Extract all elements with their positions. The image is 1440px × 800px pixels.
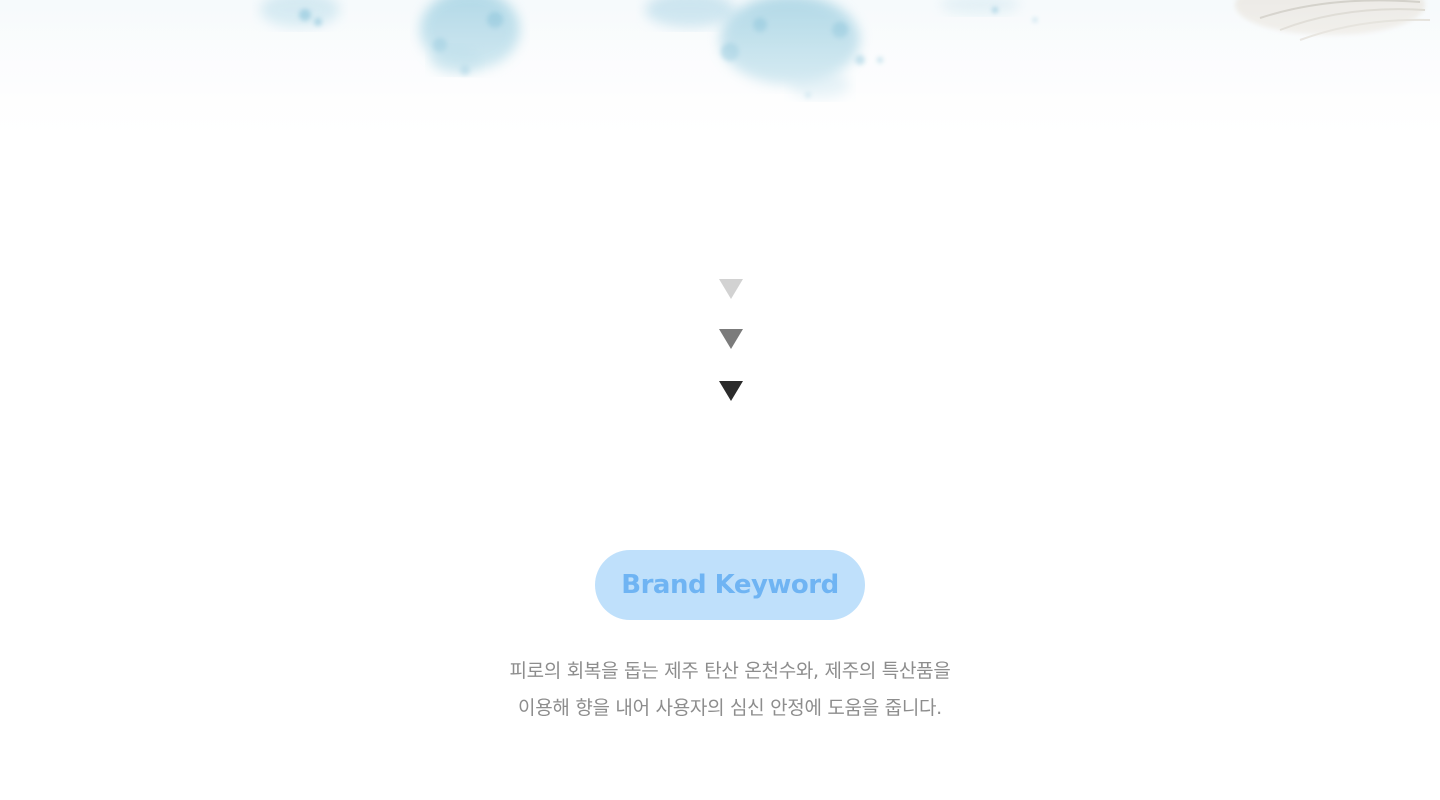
arrow-down-icon	[719, 279, 743, 299]
arrow-down-icon	[719, 381, 743, 401]
description-line-1: 피로의 회복을 돕는 제주 탄산 온천수와, 제주의 특산품을	[509, 660, 951, 682]
page: Brand Keyword 피로의 회복을 돕는 제주 탄산 온천수와, 제주의…	[0, 0, 1440, 800]
arrow-down-icon	[719, 329, 743, 349]
brand-description: 피로의 회복을 돕는 제주 탄산 온천수와, 제주의 특산품을 이용해 향을 내…	[420, 653, 1040, 727]
watercolor-splash-graphic	[0, 0, 1440, 150]
brand-keyword-badge: Brand Keyword	[595, 550, 865, 620]
hero-banner-image	[0, 0, 1440, 150]
description-line-2: 이용해 향을 내어 사용자의 심신 안정에 도움을 줍니다.	[518, 697, 942, 719]
brand-keyword-label: Brand Keyword	[621, 570, 839, 600]
